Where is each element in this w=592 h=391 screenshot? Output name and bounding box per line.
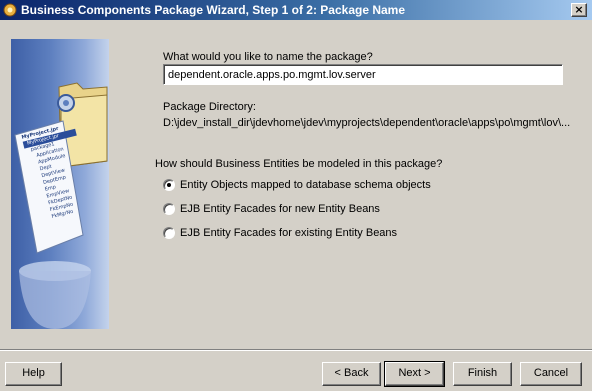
help-button[interactable]: Help bbox=[5, 362, 62, 386]
option-label: Entity Objects mapped to database schema… bbox=[180, 179, 431, 191]
radio-ejb-new-beans[interactable] bbox=[163, 203, 175, 215]
finish-button[interactable]: Finish bbox=[453, 362, 512, 386]
package-directory-label: Package Directory: bbox=[163, 101, 256, 113]
package-name-input[interactable] bbox=[163, 64, 563, 85]
package-directory-value: D:\jdev_install_dir\jdevhome\jdev\myproj… bbox=[163, 117, 571, 129]
radio-ejb-existing-beans[interactable] bbox=[163, 227, 175, 239]
package-name-prompt: What would you like to name the package? bbox=[163, 51, 373, 63]
option-ejb-new-beans[interactable]: EJB Entity Facades for new Entity Beans bbox=[163, 201, 380, 217]
wizard-illustration: MyProject.jpr MyProject.jpr package1 App… bbox=[11, 39, 109, 329]
option-label: EJB Entity Facades for existing Entity B… bbox=[180, 227, 398, 239]
option-entity-objects[interactable]: Entity Objects mapped to database schema… bbox=[163, 177, 431, 193]
title-bar: Business Components Package Wizard, Step… bbox=[0, 0, 592, 20]
wizard-app-icon bbox=[3, 3, 17, 17]
window-title: Business Components Package Wizard, Step… bbox=[21, 3, 406, 17]
back-button[interactable]: < Back bbox=[322, 362, 381, 386]
next-button[interactable]: Next > bbox=[384, 361, 445, 387]
radio-entity-objects[interactable] bbox=[163, 179, 175, 191]
model-prompt: How should Business Entities be modeled … bbox=[155, 158, 443, 170]
option-ejb-existing-beans[interactable]: EJB Entity Facades for existing Entity B… bbox=[163, 225, 397, 241]
button-separator bbox=[0, 349, 592, 351]
cancel-button[interactable]: Cancel bbox=[520, 362, 582, 386]
close-button[interactable]: × bbox=[571, 3, 587, 17]
option-label: EJB Entity Facades for new Entity Beans bbox=[180, 203, 380, 215]
